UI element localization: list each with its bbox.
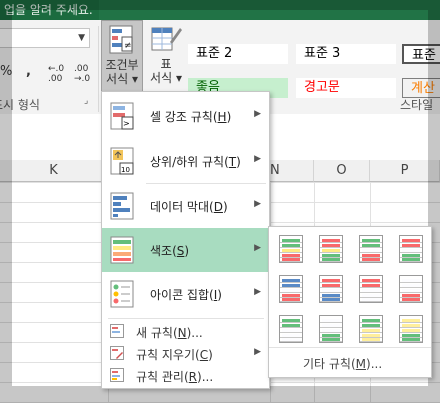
group-divider [98, 26, 99, 112]
top-bottom-rules-icon: 10 [110, 147, 134, 175]
table-format-icon [151, 27, 182, 51]
overlay-top [0, 0, 440, 10]
clear-rules-icon [110, 346, 124, 360]
cond-format-label-2: 서식 ▾ [106, 72, 138, 86]
cell-style-4[interactable]: 경고문 [296, 78, 396, 98]
decrease-decimal-button[interactable]: .00 →.0 [74, 64, 96, 84]
menu-item-clear-rules[interactable]: 규칙 지우기(C) ▶ [102, 342, 269, 364]
submenu-arrow-icon: ▶ [254, 243, 261, 253]
color-scale-option-12[interactable] [399, 315, 423, 343]
conditional-formatting-button[interactable]: ≠ 조건부 서식 ▾ [101, 20, 143, 92]
submenu-arrow-icon: ▶ [254, 154, 261, 164]
cond-format-label-1: 조건부 [105, 58, 139, 72]
color-scales-submenu: 기타 규칙(M)... [268, 226, 432, 378]
cell-style-0[interactable]: 표준 2 [188, 44, 288, 64]
color-scales-icon [110, 236, 134, 264]
dialog-launcher-icon[interactable]: ⌟ [84, 96, 88, 106]
menu-item-manage-rules[interactable]: 규칙 관리(R)... [102, 364, 269, 386]
color-scale-option-6[interactable] [319, 275, 343, 303]
color-scale-option-7[interactable] [359, 275, 383, 303]
menu-separator [108, 318, 264, 319]
menu-item-new-rule[interactable]: 새 규칙(N)... [102, 320, 269, 342]
submenu-arrow-icon: ▶ [254, 287, 261, 297]
table-format-label-2: 서식 ▾ [150, 71, 182, 85]
comma-style-button[interactable]: , [26, 64, 31, 79]
menu-item-icon-sets[interactable]: 아이콘 집합(I) ▶ [102, 272, 269, 316]
color-scale-option-5[interactable] [279, 275, 303, 303]
chevron-down-icon[interactable]: ▼ [78, 33, 85, 43]
menu-item-top-bottom-rules[interactable]: 10 상위/하위 규칙(T) ▶ [102, 139, 269, 183]
manage-rules-icon [110, 368, 124, 382]
menu-item-data-bars[interactable]: 데이터 막대(D) ▶ [102, 184, 269, 228]
highlight-cells-icon: > [110, 102, 134, 130]
new-rule-icon [110, 324, 124, 338]
color-scale-option-2[interactable] [319, 235, 343, 263]
svg-text:>: > [123, 119, 130, 128]
svg-text:≠: ≠ [124, 41, 132, 51]
cell-style-1[interactable]: 표준 3 [296, 44, 396, 64]
conditional-formatting-icon: ≠ [109, 25, 133, 54]
submenu-arrow-icon: ▶ [254, 109, 261, 119]
increase-decimal-button[interactable]: ←.0 .00 [48, 64, 70, 84]
number-format-combo[interactable]: ▼ [0, 28, 90, 48]
color-scale-option-1[interactable] [279, 235, 303, 263]
format-as-table-button[interactable]: 표 서식 ▾ [146, 20, 186, 92]
icon-sets-icon [110, 280, 134, 308]
submenu-arrow-icon: ▶ [254, 199, 261, 209]
column-header-K[interactable]: K [0, 160, 108, 182]
column-header-N[interactable]: N [270, 160, 314, 182]
conditional-formatting-menu: > 셀 강조 규칙(H) ▶ 10 상위/하위 규칙(T) ▶ 데이터 막대(D… [101, 91, 270, 389]
overlay-left [0, 10, 12, 403]
color-scale-option-3[interactable] [359, 235, 383, 263]
more-rules-button[interactable]: 기타 규칙(M)... [303, 355, 382, 372]
submenu-separator [269, 347, 431, 348]
data-bars-icon [110, 192, 134, 220]
color-scale-option-4[interactable] [399, 235, 423, 263]
color-scale-option-8[interactable] [399, 275, 423, 303]
color-scale-option-10[interactable] [319, 315, 343, 343]
submenu-arrow-icon: ▶ [254, 347, 261, 357]
color-scale-option-11[interactable] [359, 315, 383, 343]
menu-item-highlight-cells[interactable]: > 셀 강조 규칙(H) ▶ [102, 94, 269, 138]
column-header-O[interactable]: O [314, 160, 370, 182]
table-format-label-1: 표 [160, 57, 172, 71]
menu-item-color-scales[interactable]: 색조(S) ▶ [102, 228, 269, 272]
color-scale-option-9[interactable] [279, 315, 303, 343]
svg-text:10: 10 [121, 166, 130, 174]
